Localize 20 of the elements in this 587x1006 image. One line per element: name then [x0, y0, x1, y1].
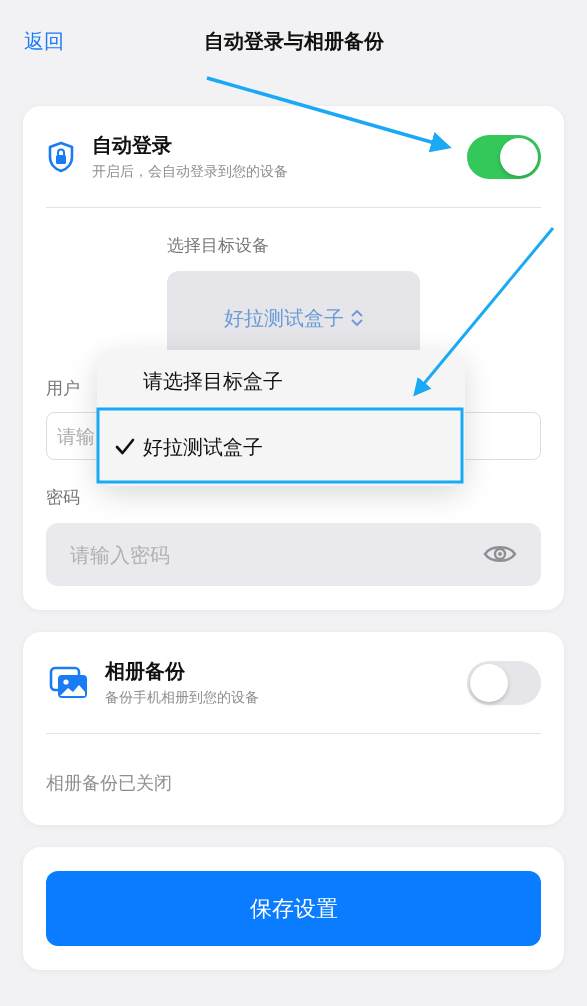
checkmark-icon	[115, 438, 135, 456]
password-field[interactable]: 请输入密码	[46, 523, 541, 586]
field-label: 密码	[46, 486, 80, 509]
shield-lock-icon	[48, 140, 74, 173]
field-label: 用户	[46, 377, 80, 400]
toggle-switch[interactable]	[467, 134, 541, 179]
save-button[interactable]: 保存设置	[46, 871, 541, 946]
field-label: 选择目标设备	[167, 234, 270, 257]
chevron-updown-icon	[349, 307, 364, 329]
dropdown-option[interactable]: 好拉测试盒子	[97, 412, 465, 482]
section-subtitle: 备份手机相册到您的设备	[105, 689, 260, 707]
eye-icon[interactable]	[483, 543, 517, 565]
back-link[interactable]: 返回	[24, 28, 64, 55]
status-text: 相册备份已关闭	[46, 771, 173, 795]
section-title: 相册备份	[105, 658, 186, 685]
page-title: 自动登录与相册备份	[203, 27, 384, 55]
section-subtitle: 开启后，会自动登录到您的设备	[92, 163, 289, 181]
section-title: 自动登录	[92, 132, 173, 159]
photos-icon	[49, 665, 89, 700]
toggle-switch[interactable]	[467, 660, 541, 705]
